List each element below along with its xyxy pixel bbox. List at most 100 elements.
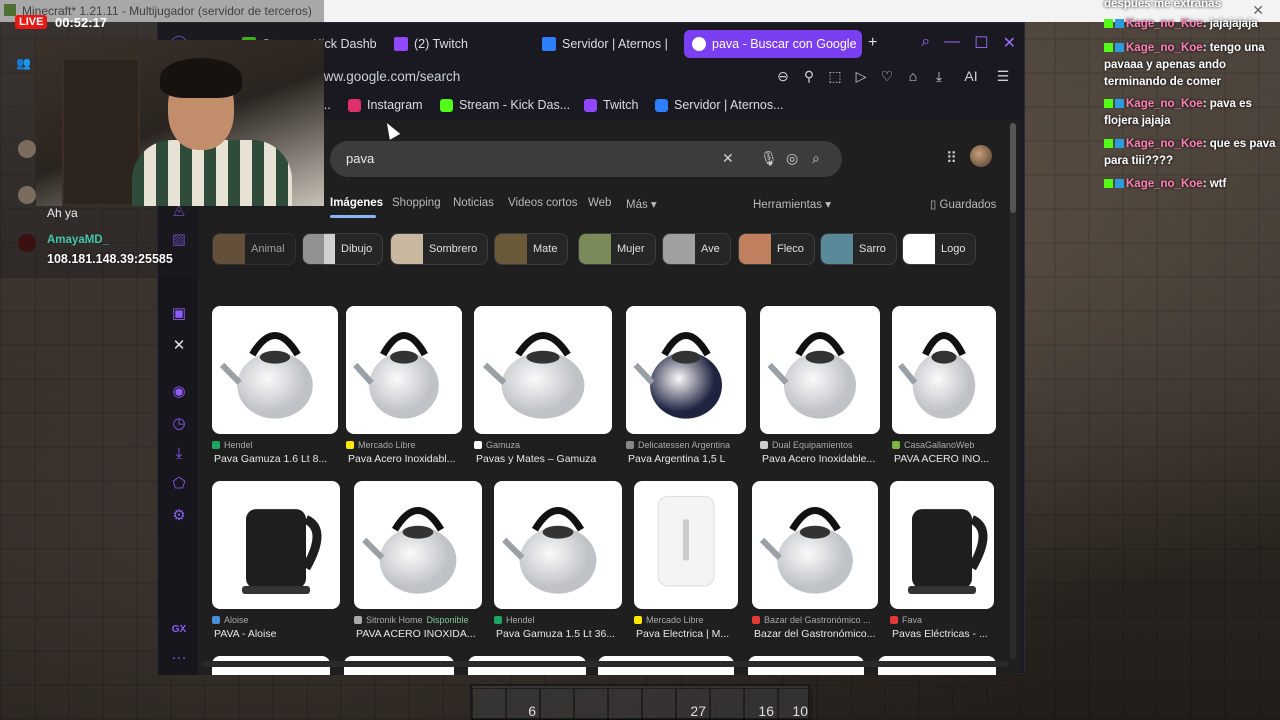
extensions-icon[interactable]: ⬠ — [170, 475, 188, 493]
image-result[interactable]: Sitronik Home Disponible PAVA ACERO INOXID… — [354, 481, 482, 641]
heart-icon[interactable]: ♡ — [880, 68, 894, 85]
image-result[interactable]: Bazar del Gastronómico ... Bazar del Gast… — [752, 481, 878, 641]
result-thumbnail[interactable] — [354, 481, 482, 609]
tab-noticias[interactable]: Noticias — [453, 197, 494, 209]
download-icon[interactable]: ⤓ — [932, 68, 946, 85]
zoom-icon[interactable]: ⊖ — [776, 68, 790, 85]
result-source[interactable]: Fava — [890, 615, 922, 625]
tab-aternos[interactable]: Servidor | Aternos | — [534, 30, 674, 58]
hotbar-slot[interactable]: 16 — [744, 688, 778, 720]
result-source[interactable]: Hendel — [212, 440, 253, 450]
minimize-icon[interactable]: — — [944, 33, 960, 53]
result-thumbnail[interactable] — [474, 306, 612, 434]
tab-twitch[interactable]: (2) Twitch — [386, 30, 506, 58]
result-title[interactable]: Pava Gamuza 1.5 Lt 36... — [496, 628, 615, 640]
result-thumbnail[interactable] — [634, 481, 738, 609]
search-input[interactable]: pava — [346, 151, 374, 166]
result-thumbnail[interactable] — [626, 306, 746, 434]
menu-icon[interactable]: ☰ — [996, 68, 1010, 85]
result-title[interactable]: Pava Acero Inoxidable... — [762, 453, 875, 465]
tab-videos-cortos[interactable]: Videos cortos — [508, 197, 577, 209]
search-box[interactable]: pava ✕ 🎙 ◎ ⌕ — [330, 141, 842, 177]
chip-mate[interactable]: Mate — [494, 233, 569, 265]
hotbar-slot[interactable] — [642, 688, 676, 720]
bookmark-aternos[interactable]: Servidor | Aternos... — [655, 98, 784, 112]
ai-button[interactable]: AI — [958, 68, 984, 85]
image-result[interactable]: Aloise PAVA - Aloise — [212, 481, 340, 641]
chip-fleco[interactable]: Fleco — [738, 233, 815, 265]
image-result[interactable]: Gamuza Pavas y Mates – Gamuza — [474, 306, 612, 466]
search-icon[interactable]: ⌕ — [812, 150, 820, 167]
image-result[interactable]: Hendel Pava Gamuza 1.5 Lt 36... — [494, 481, 622, 641]
hotbar-slot[interactable]: 6 — [506, 688, 540, 720]
chip-mujer[interactable]: Mujer — [578, 233, 656, 265]
result-title[interactable]: Bazar del Gastronómico... — [754, 628, 875, 640]
result-title[interactable]: PAVA - Aloise — [214, 628, 276, 640]
image-result[interactable]: CasaGallanoWeb PAVA ACERO INO... — [892, 306, 996, 466]
result-thumbnail[interactable] — [892, 306, 996, 434]
gx-corner-label[interactable]: GX — [170, 621, 188, 639]
result-thumbnail[interactable] — [752, 481, 878, 609]
saved-button[interactable]: ▯ Guardados — [930, 197, 996, 211]
result-title[interactable]: PAVA ACERO INO... — [894, 453, 989, 465]
chip-sombrero[interactable]: Sombrero — [390, 233, 489, 265]
history-icon[interactable]: ◷ — [170, 415, 188, 433]
maximize-icon[interactable]: ☐ — [974, 33, 988, 53]
chip-sarro[interactable]: Sarro — [820, 233, 897, 265]
avatar[interactable] — [970, 145, 992, 167]
result-thumbnail[interactable] — [494, 481, 622, 609]
result-title[interactable]: PAVA ACERO INOXIDA... — [356, 628, 476, 640]
result-title[interactable]: Pavas Eléctricas - ... — [892, 628, 988, 640]
pin-icon[interactable]: ⚲ — [802, 68, 816, 85]
image-result[interactable]: Dual Equipamientos Pava Acero Inoxidable.… — [760, 306, 880, 466]
result-source[interactable]: Dual Equipamientos — [760, 440, 853, 450]
apps-grid-icon[interactable]: ⠿ — [946, 149, 957, 167]
image-result[interactable]: Mercado Libre Pava Electrica | M... — [634, 481, 738, 641]
result-thumbnail[interactable] — [890, 481, 994, 609]
bookmark-twitch[interactable]: Twitch — [584, 98, 638, 112]
result-source[interactable]: Delicatessen Argentina — [626, 440, 730, 450]
hotbar-slot[interactable] — [540, 688, 574, 720]
result-source[interactable]: Sitronik Home Disponible — [354, 615, 469, 625]
result-thumbnail[interactable] — [212, 481, 340, 609]
result-source[interactable]: Mercado Libre — [634, 615, 704, 625]
wallet-icon[interactable]: ⌂ — [906, 68, 920, 85]
lens-icon[interactable]: ◎ — [786, 150, 798, 167]
result-title[interactable]: Pava Argentina 1,5 L — [628, 453, 726, 465]
clear-icon[interactable]: ✕ — [722, 150, 734, 167]
chip-ave[interactable]: Ave — [662, 233, 731, 265]
mic-icon[interactable]: 🎙 — [760, 150, 778, 167]
result-source[interactable]: CasaGallanoWeb — [892, 440, 974, 450]
result-source[interactable]: Aloise — [212, 615, 249, 625]
hotbar-slot[interactable] — [472, 688, 506, 720]
scroll-thumb[interactable] — [1010, 123, 1016, 213]
result-title[interactable]: Pava Electrica | M... — [636, 628, 729, 640]
play-icon[interactable]: ▷ — [854, 68, 868, 85]
x-icon[interactable]: ✕ — [170, 337, 188, 355]
result-thumbnail[interactable] — [760, 306, 880, 434]
tab-shopping[interactable]: Shopping — [392, 197, 441, 209]
url-field[interactable]: www.google.com/search — [314, 69, 460, 84]
result-thumbnail[interactable] — [346, 306, 462, 434]
tab-google-active[interactable]: pava - Buscar con Google — [684, 30, 862, 58]
bookmark-instagram[interactable]: Instagram — [348, 98, 423, 112]
result-title[interactable]: Pava Acero Inoxidabl... — [348, 453, 455, 465]
result-source[interactable]: Hendel — [494, 615, 535, 625]
hotbar-slot[interactable] — [574, 688, 608, 720]
hotbar-slot[interactable]: 10 — [778, 688, 812, 720]
image-result[interactable]: Mercado Libre Pava Acero Inoxidabl... — [346, 306, 462, 466]
hotbar-slot[interactable]: 27 — [676, 688, 710, 720]
vertical-scrollbar[interactable] — [1010, 123, 1016, 659]
result-source[interactable]: Mercado Libre — [346, 440, 416, 450]
image-result[interactable]: Delicatessen Argentina Pava Argentina 1,5… — [626, 306, 746, 466]
tab-mas[interactable]: Más ▾ — [626, 197, 657, 211]
result-thumbnail[interactable] — [212, 306, 338, 434]
twitch-icon[interactable]: ▣ — [170, 305, 188, 323]
tab-web[interactable]: Web — [588, 197, 611, 209]
bookmark-kick[interactable]: Stream - Kick Das... — [440, 98, 570, 112]
download-icon[interactable]: ⤓ — [170, 445, 188, 463]
chip-logo[interactable]: Logo — [902, 233, 977, 265]
new-tab-button[interactable]: + — [868, 34, 877, 52]
tab-imagenes[interactable]: Imágenes — [330, 197, 383, 209]
result-title[interactable]: Pavas y Mates – Gamuza — [476, 453, 596, 465]
